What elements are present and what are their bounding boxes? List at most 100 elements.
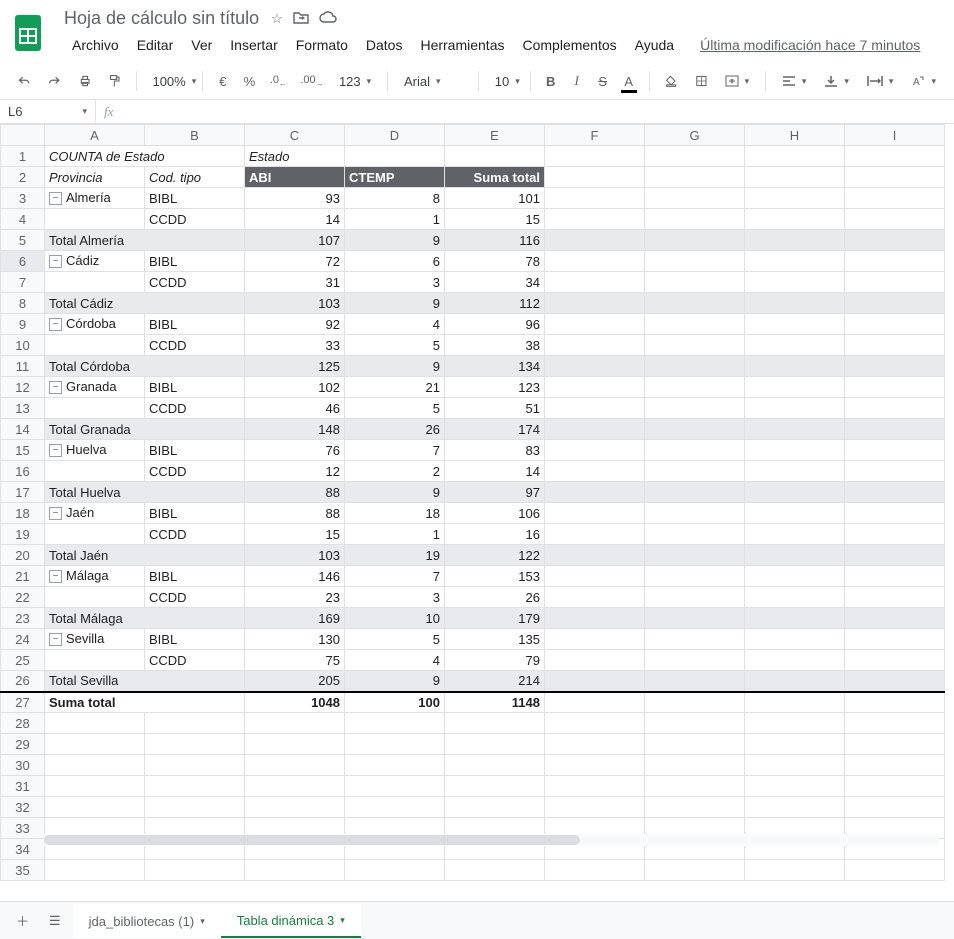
cell[interactable] xyxy=(645,230,745,251)
cell[interactable] xyxy=(445,146,545,167)
row-header-31[interactable]: 31 xyxy=(1,776,45,797)
menu-ver[interactable]: Ver xyxy=(183,33,220,57)
row-header-3[interactable]: 3 xyxy=(1,188,45,209)
cell[interactable] xyxy=(645,251,745,272)
cell[interactable]: 93 xyxy=(245,188,345,209)
cell[interactable]: 14 xyxy=(445,461,545,482)
cell[interactable]: COUNTA de Estado xyxy=(45,146,245,167)
cell[interactable]: 148 xyxy=(245,419,345,440)
row-header-5[interactable]: 5 xyxy=(1,230,45,251)
cell[interactable] xyxy=(845,209,945,230)
cell[interactable]: Total Jaén xyxy=(45,545,245,566)
menu-datos[interactable]: Datos xyxy=(358,33,411,57)
cell[interactable] xyxy=(745,692,845,713)
cell[interactable]: −Sevilla xyxy=(45,629,145,650)
cell[interactable] xyxy=(545,797,645,818)
cell[interactable] xyxy=(745,587,845,608)
merge-button[interactable] xyxy=(719,73,756,89)
cell[interactable] xyxy=(845,356,945,377)
cell[interactable]: 76 xyxy=(245,440,345,461)
cell[interactable] xyxy=(545,188,645,209)
cell[interactable] xyxy=(745,398,845,419)
percent-button[interactable]: % xyxy=(239,69,260,93)
cell[interactable] xyxy=(145,713,245,734)
cell[interactable] xyxy=(845,335,945,356)
cell[interactable]: Estado xyxy=(245,146,345,167)
cell[interactable] xyxy=(45,734,145,755)
v-align-button[interactable] xyxy=(818,73,855,89)
cell[interactable] xyxy=(545,629,645,650)
cell[interactable] xyxy=(745,524,845,545)
cell[interactable]: 1148 xyxy=(445,692,545,713)
cell[interactable] xyxy=(645,272,745,293)
col-header-E[interactable]: E xyxy=(445,125,545,146)
cell[interactable]: CCDD xyxy=(145,524,245,545)
cell[interactable] xyxy=(45,587,145,608)
cell[interactable] xyxy=(645,713,745,734)
cell[interactable] xyxy=(845,398,945,419)
row-header-10[interactable]: 10 xyxy=(1,335,45,356)
cell[interactable] xyxy=(845,692,945,713)
cell[interactable]: 3 xyxy=(345,587,445,608)
cell[interactable] xyxy=(245,860,345,881)
cell[interactable] xyxy=(745,314,845,335)
cell[interactable] xyxy=(145,755,245,776)
add-sheet-button[interactable]: ＋ xyxy=(8,905,37,936)
cell[interactable] xyxy=(645,692,745,713)
cell[interactable]: BIBL xyxy=(145,503,245,524)
cell[interactable]: 88 xyxy=(245,503,345,524)
move-icon[interactable] xyxy=(293,11,309,27)
cell[interactable] xyxy=(545,251,645,272)
cell[interactable] xyxy=(845,629,945,650)
collapse-icon[interactable]: − xyxy=(49,381,62,394)
cell[interactable] xyxy=(445,713,545,734)
cell[interactable] xyxy=(845,272,945,293)
cell[interactable] xyxy=(745,545,845,566)
row-header-34[interactable]: 34 xyxy=(1,839,45,860)
cell[interactable] xyxy=(45,650,145,671)
cell[interactable] xyxy=(645,671,745,692)
h-scroll-thumb[interactable] xyxy=(44,835,580,845)
cell[interactable]: 7 xyxy=(345,566,445,587)
cell[interactable] xyxy=(345,146,445,167)
cell[interactable]: 33 xyxy=(245,335,345,356)
cell[interactable]: 169 xyxy=(245,608,345,629)
cell[interactable] xyxy=(245,734,345,755)
cell[interactable]: BIBL xyxy=(145,314,245,335)
cell[interactable]: 101 xyxy=(445,188,545,209)
cell[interactable]: 4 xyxy=(345,314,445,335)
cell[interactable]: 9 xyxy=(345,230,445,251)
cell[interactable]: 6 xyxy=(345,251,445,272)
cell[interactable] xyxy=(745,461,845,482)
cell[interactable] xyxy=(845,776,945,797)
cell[interactable]: 125 xyxy=(245,356,345,377)
last-modified-link[interactable]: Última modificación hace 7 minutos xyxy=(700,37,920,53)
row-header-24[interactable]: 24 xyxy=(1,629,45,650)
cell[interactable] xyxy=(445,776,545,797)
cell[interactable]: Total Córdoba xyxy=(45,356,245,377)
cell[interactable] xyxy=(545,776,645,797)
cell[interactable] xyxy=(245,776,345,797)
cell[interactable]: 123 xyxy=(445,377,545,398)
cell[interactable]: CCDD xyxy=(145,209,245,230)
cell[interactable] xyxy=(745,146,845,167)
cell[interactable] xyxy=(245,797,345,818)
cell[interactable] xyxy=(645,524,745,545)
col-header-F[interactable]: F xyxy=(545,125,645,146)
cell[interactable] xyxy=(645,461,745,482)
cell[interactable]: CCDD xyxy=(145,461,245,482)
cell[interactable]: 130 xyxy=(245,629,345,650)
cell[interactable]: 26 xyxy=(445,587,545,608)
row-header-25[interactable]: 25 xyxy=(1,650,45,671)
cell[interactable] xyxy=(645,356,745,377)
collapse-icon[interactable]: − xyxy=(49,633,62,646)
row-header-20[interactable]: 20 xyxy=(1,545,45,566)
cell[interactable] xyxy=(345,734,445,755)
cell[interactable] xyxy=(845,566,945,587)
cell[interactable] xyxy=(645,167,745,188)
cell[interactable] xyxy=(845,608,945,629)
cell[interactable] xyxy=(745,860,845,881)
cell[interactable] xyxy=(845,251,945,272)
cell[interactable]: BIBL xyxy=(145,566,245,587)
redo-button[interactable] xyxy=(42,69,66,93)
